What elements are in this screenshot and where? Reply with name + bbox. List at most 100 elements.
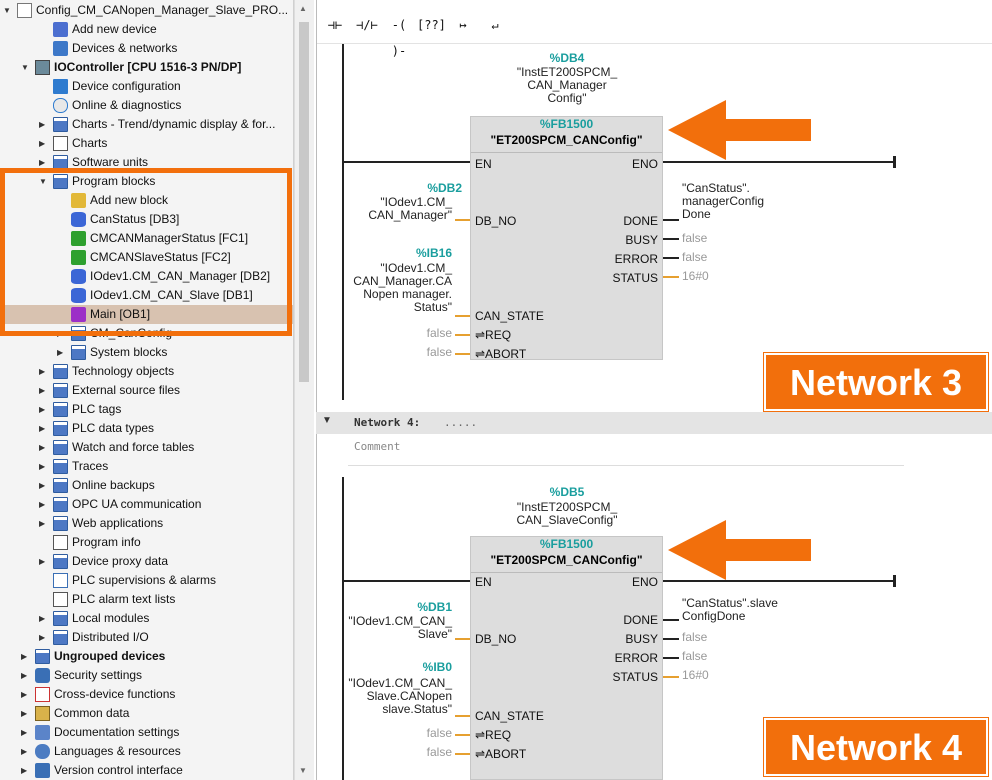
- tree-item[interactable]: ▶ Software units: [0, 153, 293, 172]
- collapse-icon[interactable]: ▼: [322, 415, 332, 426]
- open-branch-button[interactable]: ↦: [449, 12, 477, 38]
- collapsed-arrow-icon[interactable]: ▶: [39, 519, 45, 528]
- instance-db-number[interactable]: %DB5: [537, 486, 597, 499]
- tree-item[interactable]: ▶ PLC tags: [0, 400, 293, 419]
- tree-item[interactable]: ▶ Distributed I/O: [0, 628, 293, 647]
- instance-db-number[interactable]: %DB4: [537, 52, 597, 65]
- collapsed-arrow-icon[interactable]: ▶: [39, 405, 45, 414]
- collapsed-arrow-icon[interactable]: ▶: [57, 348, 63, 357]
- tree-item[interactable]: ▶ Cross-device functions: [0, 685, 293, 704]
- collapsed-arrow-icon[interactable]: ▶: [39, 120, 45, 129]
- tree-item[interactable]: CMCANManagerStatus [FC1]: [0, 229, 293, 248]
- scroll-up-icon[interactable]: ▲: [299, 4, 307, 13]
- tree-item[interactable]: Add new device: [0, 20, 293, 39]
- collapsed-arrow-icon[interactable]: ▶: [39, 386, 45, 395]
- tree-item[interactable]: Main [OB1]: [0, 305, 293, 324]
- fb-block-n4[interactable]: %FB1500 "ET200SPCM_CANConfig" EN ENO DB_…: [470, 536, 663, 780]
- tree-item[interactable]: Add new block: [0, 191, 293, 210]
- tree-scrollbar[interactable]: ▲ ▼: [294, 0, 314, 780]
- nc-contact-button[interactable]: ⊣/⊢: [353, 12, 381, 38]
- collapsed-arrow-icon[interactable]: ▶: [21, 747, 27, 756]
- tree-item[interactable]: ▶ Charts - Trend/dynamic display & for...: [0, 115, 293, 134]
- scrollbar-thumb[interactable]: [299, 22, 309, 382]
- collapsed-arrow-icon[interactable]: ▶: [39, 139, 45, 148]
- collapsed-arrow-icon[interactable]: ▶: [21, 766, 27, 775]
- tree-item[interactable]: ▶ Watch and force tables: [0, 438, 293, 457]
- done-operand[interactable]: "CanStatus".slave ConfigDone: [682, 597, 802, 623]
- tree-item[interactable]: ▶ Documentation settings: [0, 723, 293, 742]
- scroll-down-icon[interactable]: ▼: [299, 766, 307, 775]
- tree-item[interactable]: ▶ Security settings: [0, 666, 293, 685]
- network-4-comment[interactable]: Comment: [348, 436, 904, 466]
- no-contact-button[interactable]: ⊣⊢: [321, 12, 349, 38]
- tree-item[interactable]: ▶ Technology objects: [0, 362, 293, 381]
- can-state-address[interactable]: %IB16: [392, 247, 452, 260]
- collapsed-arrow-icon[interactable]: ▶: [39, 633, 45, 642]
- abort-value[interactable]: false: [412, 345, 452, 359]
- collapsed-arrow-icon[interactable]: ▶: [21, 652, 27, 661]
- tree-item[interactable]: IOdev1.CM_CAN_Manager [DB2]: [0, 267, 293, 286]
- collapsed-arrow-icon[interactable]: ▶: [39, 481, 45, 490]
- tree-item[interactable]: Devices & networks: [0, 39, 293, 58]
- collapsed-arrow-icon[interactable]: ▶: [39, 500, 45, 509]
- tree-item[interactable]: ▶ OPC UA communication: [0, 495, 293, 514]
- tree-item[interactable]: ▼ Config_CM_CANopen_Manager_Slave_PRO...: [0, 1, 293, 20]
- status-value[interactable]: 16#0: [682, 668, 709, 682]
- fb-block-n3[interactable]: %FB1500 "ET200SPCM_CANConfig" EN ENO DB_…: [470, 116, 663, 361]
- collapsed-arrow-icon[interactable]: ▶: [39, 614, 45, 623]
- tree-item[interactable]: ▶ PLC data types: [0, 419, 293, 438]
- tree-item[interactable]: ▶ Languages & resources: [0, 742, 293, 761]
- db-no-address[interactable]: %DB2: [402, 182, 462, 195]
- db-no-operand[interactable]: "IOdev1.CM_ CAN_Manager": [332, 196, 452, 222]
- tree-item[interactable]: ▶ Version control interface: [0, 761, 293, 780]
- tree-item[interactable]: ▶ Common data: [0, 704, 293, 723]
- error-value[interactable]: false: [682, 649, 707, 663]
- req-value[interactable]: false: [412, 326, 452, 340]
- tree-item[interactable]: ▼ IOController [CPU 1516-3 PN/DP]: [0, 58, 293, 77]
- collapsed-arrow-icon[interactable]: ▶: [39, 443, 45, 452]
- network-4-title[interactable]: .....: [444, 416, 477, 429]
- coil-button[interactable]: -( )-: [385, 12, 413, 58]
- empty-box-button[interactable]: [??]: [417, 12, 446, 38]
- tree-item[interactable]: Online & diagnostics: [0, 96, 293, 115]
- tree-item[interactable]: ▶ Charts: [0, 134, 293, 153]
- tree-item[interactable]: ▶ External source files: [0, 381, 293, 400]
- expanded-arrow-icon[interactable]: ▼: [21, 63, 29, 72]
- close-branch-button[interactable]: ↵: [481, 12, 509, 38]
- status-value[interactable]: 16#0: [682, 269, 709, 283]
- can-state-operand[interactable]: "IOdev1.CM_CAN_ Slave.CANopen slave.Stat…: [332, 677, 452, 716]
- tree-item[interactable]: CanStatus [DB3]: [0, 210, 293, 229]
- tree-item[interactable]: ▶ Traces: [0, 457, 293, 476]
- collapsed-arrow-icon[interactable]: ▶: [21, 728, 27, 737]
- instance-db-name[interactable]: "InstET200SPCM_ CAN_SlaveConfig": [507, 501, 627, 527]
- tree-item[interactable]: Program info: [0, 533, 293, 552]
- tree-item[interactable]: PLC alarm text lists: [0, 590, 293, 609]
- collapsed-arrow-icon[interactable]: ▶: [57, 329, 63, 338]
- tree-item[interactable]: ▶ Online backups: [0, 476, 293, 495]
- tree-item[interactable]: ▶ Web applications: [0, 514, 293, 533]
- collapsed-arrow-icon[interactable]: ▶: [39, 462, 45, 471]
- collapsed-arrow-icon[interactable]: ▶: [21, 709, 27, 718]
- tree-item[interactable]: ▶ Ungrouped devices: [0, 647, 293, 666]
- tree-item[interactable]: ▶ Device proxy data: [0, 552, 293, 571]
- collapsed-arrow-icon[interactable]: ▶: [39, 158, 45, 167]
- network-4-header[interactable]: ▼ Network 4: .....: [316, 412, 992, 434]
- db-no-address[interactable]: %DB1: [392, 601, 452, 614]
- done-operand[interactable]: "CanStatus". managerConfig Done: [682, 182, 802, 221]
- tree-item[interactable]: ▶ System blocks: [0, 343, 293, 362]
- tree-item[interactable]: PLC supervisions & alarms: [0, 571, 293, 590]
- req-value[interactable]: false: [412, 726, 452, 740]
- tree-item[interactable]: ▶ Local modules: [0, 609, 293, 628]
- abort-value[interactable]: false: [412, 745, 452, 759]
- tree-item[interactable]: Device configuration: [0, 77, 293, 96]
- tree-item[interactable]: CMCANSlaveStatus [FC2]: [0, 248, 293, 267]
- busy-value[interactable]: false: [682, 630, 707, 644]
- collapsed-arrow-icon[interactable]: ▶: [39, 424, 45, 433]
- can-state-address[interactable]: %IB0: [392, 661, 452, 674]
- collapsed-arrow-icon[interactable]: ▶: [21, 690, 27, 699]
- instance-db-name[interactable]: "InstET200SPCM_ CAN_Manager Config": [507, 66, 627, 105]
- can-state-operand[interactable]: "IOdev1.CM_ CAN_Manager.CA Nopen manager…: [332, 262, 452, 314]
- collapsed-arrow-icon[interactable]: ▶: [39, 557, 45, 566]
- busy-value[interactable]: false: [682, 231, 707, 245]
- tree-item[interactable]: ▼ Program blocks: [0, 172, 293, 191]
